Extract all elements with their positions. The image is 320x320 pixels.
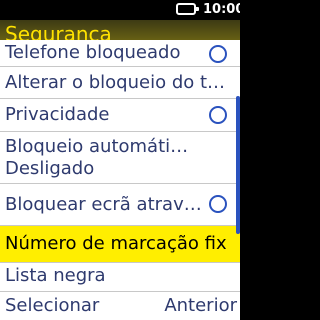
menu-item-label: Alterar o bloqueio do t… [5, 72, 226, 93]
menu-item-label: Telefone bloqueado [5, 42, 181, 63]
menu-item-bloquear-ecra[interactable]: Bloquear ecrã atrav… [0, 184, 240, 226]
menu-item-sublabel: Desligado [5, 158, 95, 179]
menu-item-privacidade[interactable]: Privacidade [0, 99, 240, 132]
menu-item-label: Bloquear ecrã atrav… [5, 194, 202, 215]
menu-item-label: Bloqueio automáti… [5, 136, 189, 157]
radio-off-icon[interactable] [209, 45, 227, 63]
menu-item-lista-negra[interactable]: Lista negra [0, 263, 240, 292]
menu-item-label: Privacidade [5, 104, 110, 125]
status-bar: 10:00 [0, 0, 240, 20]
menu-item-telefone-bloqueado[interactable]: Telefone bloqueado [0, 40, 240, 67]
radio-off-icon[interactable] [209, 195, 227, 213]
phone-screen: 10:00 Segurança Telefone bloqueado Alter… [0, 0, 240, 320]
softkey-bar: Selecionar Anterior [0, 292, 240, 320]
menu-item-marcacao-fixa[interactable]: Número de marcação fixa [0, 226, 240, 263]
menu-item-label: Lista negra [5, 265, 106, 286]
battery-icon [176, 3, 199, 15]
back-softkey[interactable]: Anterior [164, 295, 237, 317]
menu-item-bloqueio-automatico[interactable]: Bloqueio automáti… Desligado [0, 132, 240, 184]
menu-list: Telefone bloqueado Alterar o bloqueio do… [0, 40, 240, 292]
menu-item-label: Número de marcação fixa [5, 233, 227, 254]
scrollbar[interactable] [236, 96, 240, 234]
menu-item-alterar-bloqueio[interactable]: Alterar o bloqueio do t… [0, 67, 240, 99]
radio-off-icon[interactable] [209, 106, 227, 124]
status-time: 10:00 [203, 2, 240, 17]
select-softkey[interactable]: Selecionar [5, 295, 99, 317]
